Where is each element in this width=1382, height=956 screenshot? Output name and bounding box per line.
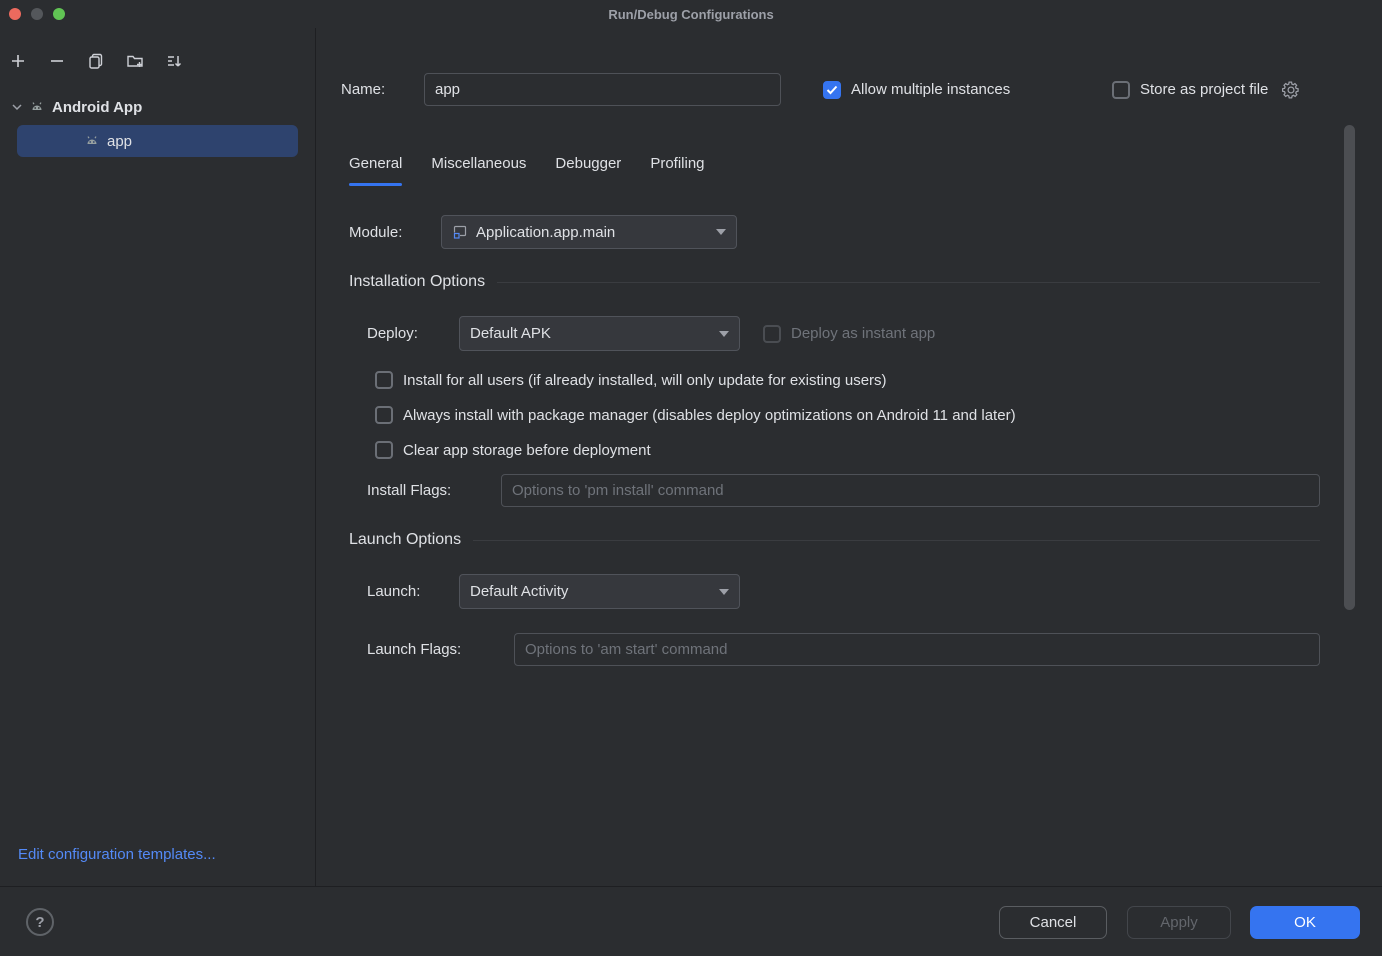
deploy-select-value: Default APK [470, 325, 551, 342]
tab-profiling[interactable]: Profiling [650, 155, 704, 186]
module-label: Module: [349, 223, 402, 243]
remove-configuration-icon[interactable] [48, 52, 66, 70]
checkbox-unchecked-icon [375, 441, 393, 459]
deploy-as-instant-app-checkbox: Deploy as instant app [763, 316, 935, 351]
install-flags-label: Install Flags: [367, 481, 451, 501]
chevron-down-icon [719, 331, 729, 337]
checkbox-checked-icon [823, 81, 841, 99]
configurations-sidebar: Android App app Edit configuration templ… [0, 28, 316, 886]
tab-general[interactable]: General [349, 155, 402, 186]
chevron-down-icon [716, 229, 726, 235]
module-icon [452, 224, 468, 240]
tab-debugger[interactable]: Debugger [555, 155, 621, 186]
store-as-project-file-label: Store as project file [1140, 81, 1268, 98]
section-divider [473, 540, 1320, 541]
launch-select-value: Default Activity [470, 583, 568, 600]
vertical-scrollbar-thumb[interactable] [1344, 125, 1355, 610]
installation-options-title: Installation Options [349, 273, 485, 291]
launch-flags-label: Launch Flags: [367, 640, 461, 660]
module-select[interactable]: Application.app.main [441, 215, 737, 249]
run-debug-configurations-dialog: Run/Debug Configurations [0, 0, 1382, 956]
add-configuration-icon[interactable] [9, 52, 27, 70]
edit-configuration-templates-link[interactable]: Edit configuration templates... [18, 846, 216, 863]
launch-options-title: Launch Options [349, 531, 461, 549]
sidebar-toolbar [9, 52, 183, 70]
always-install-package-manager-checkbox[interactable]: Always install with package manager (dis… [375, 403, 1016, 427]
name-label: Name: [341, 80, 385, 100]
launch-flags-input[interactable] [514, 633, 1320, 666]
install-flags-input[interactable] [501, 474, 1320, 507]
deploy-label: Deploy: [367, 324, 418, 344]
allow-multiple-instances-checkbox[interactable]: Allow multiple instances [823, 73, 1010, 106]
apply-button[interactable]: Apply [1127, 906, 1231, 939]
always-install-package-manager-label: Always install with package manager (dis… [403, 407, 1016, 424]
checkbox-unchecked-icon [375, 371, 393, 389]
section-divider [497, 282, 1320, 283]
tree-group-label: Android App [52, 99, 142, 116]
android-icon [84, 133, 100, 149]
allow-multiple-instances-label: Allow multiple instances [851, 81, 1010, 98]
module-select-value: Application.app.main [476, 224, 615, 241]
window-title: Run/Debug Configurations [0, 7, 1382, 22]
titlebar: Run/Debug Configurations [0, 0, 1382, 28]
name-input[interactable] [424, 73, 781, 106]
tab-miscellaneous[interactable]: Miscellaneous [431, 155, 526, 186]
copy-configuration-icon[interactable] [87, 52, 105, 70]
android-icon [29, 99, 45, 115]
launch-select[interactable]: Default Activity [459, 574, 740, 609]
question-mark-icon: ? [35, 914, 44, 931]
sort-configurations-icon[interactable] [165, 52, 183, 70]
clear-app-storage-checkbox[interactable]: Clear app storage before deployment [375, 438, 651, 462]
configuration-editor-panel: Name: Allow multiple instances Store as … [317, 28, 1382, 886]
help-button[interactable]: ? [26, 908, 54, 936]
launch-label: Launch: [367, 582, 420, 602]
new-folder-icon[interactable] [126, 52, 144, 70]
deploy-as-instant-app-label: Deploy as instant app [791, 325, 935, 342]
clear-app-storage-label: Clear app storage before deployment [403, 442, 651, 459]
chevron-down-icon [719, 589, 729, 595]
install-for-all-users-label: Install for all users (if already instal… [403, 372, 887, 389]
checkbox-unchecked-icon [375, 406, 393, 424]
launch-options-section-header: Launch Options [349, 529, 1320, 551]
checkbox-unchecked-icon [1112, 81, 1130, 99]
tree-item-label: app [107, 133, 132, 150]
deploy-select[interactable]: Default APK [459, 316, 740, 351]
install-for-all-users-checkbox[interactable]: Install for all users (if already instal… [375, 368, 887, 392]
installation-options-section-header: Installation Options [349, 271, 1320, 293]
configuration-tabs: General Miscellaneous Debugger Profiling [349, 155, 705, 186]
checkbox-disabled-icon [763, 325, 781, 343]
gear-icon[interactable] [1282, 81, 1300, 99]
sidebar-item-app-configuration[interactable]: app [17, 125, 298, 157]
sidebar-item-android-app-group[interactable]: Android App [12, 92, 304, 122]
dialog-footer: ? Cancel Apply OK [0, 886, 1382, 956]
chevron-down-icon [12, 103, 22, 111]
store-as-project-file-checkbox[interactable]: Store as project file [1112, 73, 1300, 106]
ok-button[interactable]: OK [1250, 906, 1360, 939]
cancel-button[interactable]: Cancel [999, 906, 1107, 939]
